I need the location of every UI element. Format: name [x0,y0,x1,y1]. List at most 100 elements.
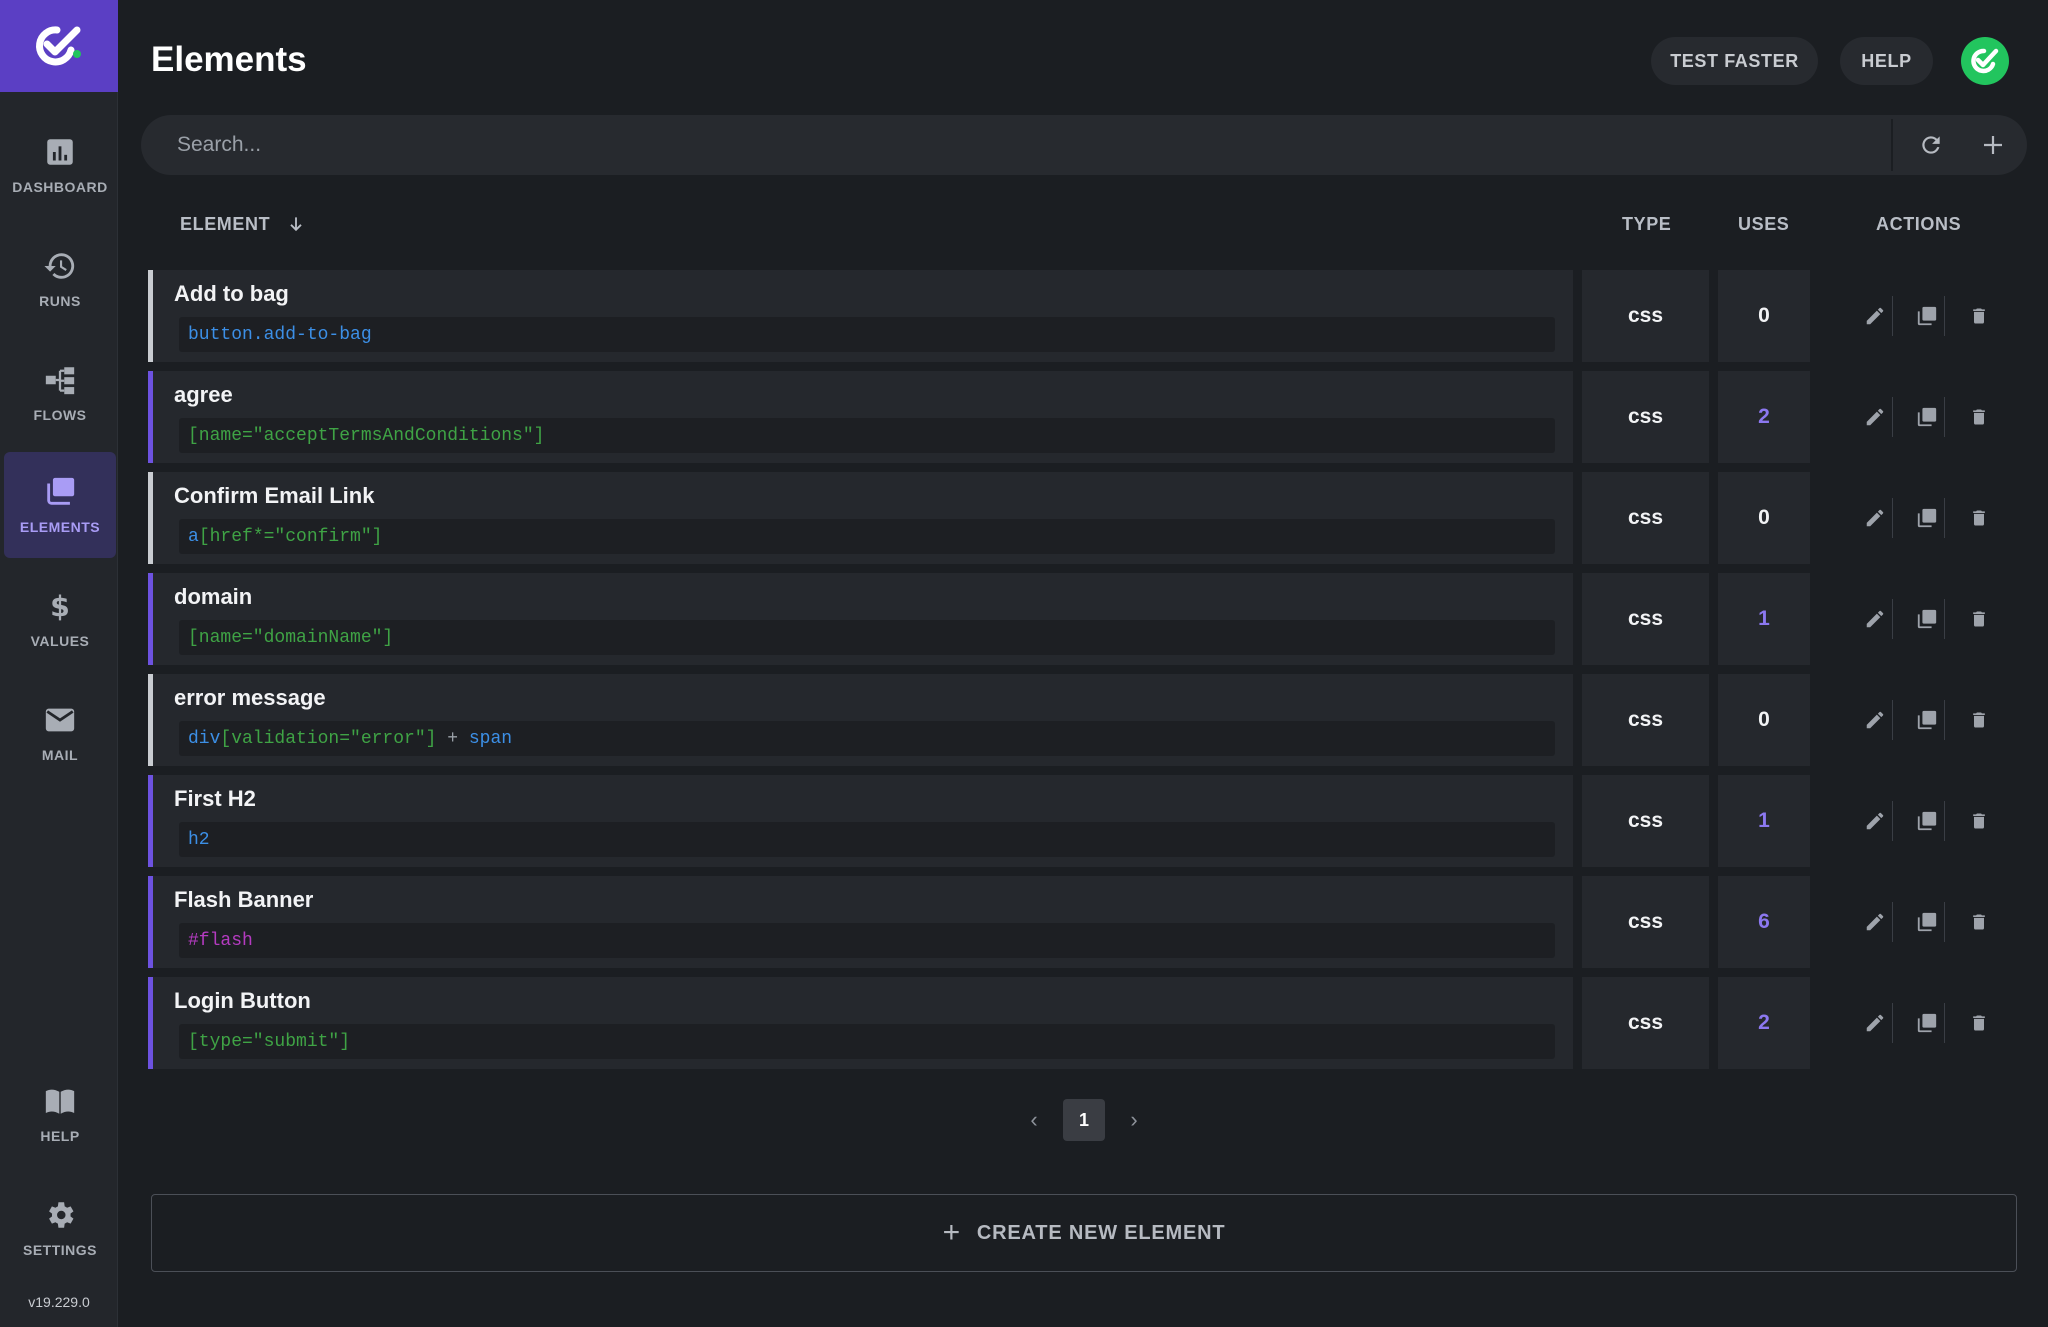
element-name: Login Button [174,988,311,1013]
element-name: Flash Banner [174,887,314,912]
app-logo[interactable] [0,0,118,92]
duplicate-button[interactable] [1909,298,1945,334]
element-cell[interactable]: Confirm Email Link a [href*="confirm"] [148,472,1573,564]
create-new-element-button[interactable]: + CREATE NEW ELEMENT [151,1194,2017,1272]
search-input[interactable] [177,115,2017,175]
trash-icon [1973,510,1985,526]
action-divider [1944,498,1945,538]
element-cell[interactable]: error message div [validation="error"] + s… [148,674,1573,766]
avatar[interactable] [1961,37,2009,85]
table-row[interactable]: error message div [validation="error"] + s… [148,674,1985,766]
pencil-icon [1866,307,1884,325]
duplicate-button[interactable] [1909,803,1945,839]
sidebar-item-settings[interactable]: SETTINGS [4,1175,116,1281]
duplicate-button[interactable] [1909,1005,1945,1041]
delete-button[interactable] [1961,1005,1997,1041]
uses-cell[interactable]: 2 [1718,977,1810,1069]
element-cell[interactable]: First H2 h2 [148,775,1573,867]
column-header-uses[interactable]: USES [1738,214,1789,235]
table-row[interactable]: Confirm Email Link a [href*="confirm"] css 0 [148,472,1985,564]
uses-cell: 0 [1718,674,1810,766]
next-page-button[interactable]: › [1119,1100,1149,1140]
delete-button[interactable] [1961,298,1997,334]
previous-page-button[interactable]: ‹ [1019,1100,1049,1140]
edit-button[interactable] [1857,904,1893,940]
sidebar-item-values[interactable]: $ VALUES [4,566,116,672]
duplicate-button[interactable] [1909,399,1945,435]
copy-icon [1917,609,1937,629]
table-row[interactable]: Flash Banner #flash css 6 [148,876,1985,968]
element-selector: div [validation="error"] + span [179,721,1555,756]
selector-token: [name="domainName"] [188,627,394,648]
table-row[interactable]: Add to bag button.add-to-bag css 0 [148,270,1985,362]
create-new-element-label: CREATE NEW ELEMENT [976,1221,1226,1244]
element-cell[interactable]: Login Button [type="submit"] [148,977,1573,1069]
action-divider [1944,397,1945,437]
copy-icon [1917,811,1937,831]
test-faster-button[interactable]: TEST FASTER [1651,37,1818,85]
delete-button[interactable] [1961,904,1997,940]
element-cell[interactable]: Flash Banner #flash [148,876,1573,968]
delete-button[interactable] [1961,399,1997,435]
edit-button[interactable] [1857,601,1893,637]
search-divider [1891,119,1893,171]
duplicate-button[interactable] [1909,500,1945,536]
duplicate-button[interactable] [1909,702,1945,738]
element-name: error message [174,685,326,710]
element-cell[interactable]: Add to bag button.add-to-bag [148,270,1573,362]
sidebar-item-flows[interactable]: FLOWS [4,340,116,446]
duplicate-button[interactable] [1909,904,1945,940]
edit-button[interactable] [1857,500,1893,536]
refresh-button[interactable] [1911,125,1951,165]
pencil-icon [1866,610,1884,628]
sidebar-item-runs[interactable]: RUNS [4,226,116,332]
action-divider [1944,1003,1945,1043]
table-row[interactable]: First H2 h2 css 1 [148,775,1985,867]
action-divider [1944,700,1945,740]
sidebar-item-label: HELP [40,1128,80,1144]
help-button[interactable]: HELP [1840,37,1933,85]
type-cell: css [1582,371,1709,463]
element-name: Add to bag [174,281,289,306]
sidebar-item-dashboard[interactable]: DASHBOARD [4,112,116,218]
uses-cell[interactable]: 1 [1718,573,1810,665]
plus-icon: + [942,1216,961,1249]
column-header-type[interactable]: TYPE [1622,214,1671,235]
sidebar-item-elements[interactable]: ELEMENTS [4,452,116,558]
duplicate-button[interactable] [1909,601,1945,637]
edit-button[interactable] [1857,702,1893,738]
table-row[interactable]: domain [name="domainName"] css 1 [148,573,1985,665]
history-icon [44,253,75,279]
copy-icon [1917,912,1937,932]
delete-button[interactable] [1961,803,1997,839]
page-button-current[interactable]: 1 [1063,1099,1105,1141]
element-selector: [name="domainName"] [179,620,1555,655]
edit-button[interactable] [1857,298,1893,334]
element-selector: [type="submit"] [179,1024,1555,1059]
delete-button[interactable] [1961,500,1997,536]
delete-button[interactable] [1961,702,1997,738]
trash-icon [1973,308,1985,324]
action-divider [1944,801,1945,841]
trash-icon [1973,914,1985,930]
edit-button[interactable] [1857,1005,1893,1041]
element-cell[interactable]: agree [name="acceptTermsAndConditions"] [148,371,1573,463]
edit-button[interactable] [1857,399,1893,435]
edit-button[interactable] [1857,803,1893,839]
add-button[interactable] [1973,125,2013,165]
column-header-element[interactable]: ELEMENT [180,214,306,235]
type-cell: css [1582,775,1709,867]
arrow-down-icon [290,217,302,232]
element-selector: a [href*="confirm"] [179,519,1555,554]
delete-button[interactable] [1961,601,1997,637]
uses-cell[interactable]: 6 [1718,876,1810,968]
sidebar-item-help[interactable]: HELP [4,1061,116,1167]
table-row[interactable]: agree [name="acceptTermsAndConditions"] cs… [148,371,1985,463]
mail-icon [45,708,75,732]
element-cell[interactable]: domain [name="domainName"] [148,573,1573,665]
uses-cell[interactable]: 2 [1718,371,1810,463]
table-row[interactable]: Login Button [type="submit"] css 2 [148,977,1985,1069]
pencil-icon [1866,812,1884,830]
uses-cell[interactable]: 1 [1718,775,1810,867]
sidebar-item-mail[interactable]: MAIL [4,680,116,786]
